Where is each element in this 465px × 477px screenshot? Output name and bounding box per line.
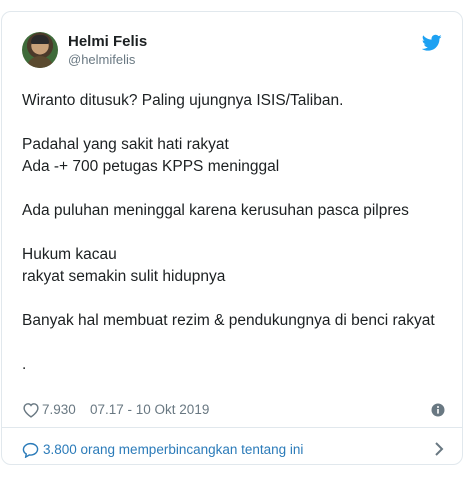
tweet-header: Helmi Felis @helmifelis [22,32,446,72]
tweet-card: Helmi Felis @helmifelis Wiranto ditusuk?… [1,11,463,465]
avatar-hat [31,35,49,44]
tweet-meta: 7.930 07.17 - 10 Okt 2019 [22,400,447,420]
info-icon[interactable] [431,403,445,417]
avatar-shirt [26,56,54,68]
divider [2,427,462,428]
tweet-text: Wiranto ditusuk? Paling ujungnya ISIS/Ta… [22,92,435,373]
like-count[interactable]: 7.930 [42,402,76,417]
twitter-bird-icon[interactable] [422,34,442,52]
avatar[interactable] [22,32,58,68]
conversation-label[interactable]: 3.800 orang memperbincangkan tentang ini [43,442,303,457]
speech-bubble-icon [22,442,39,458]
tweet-timestamp[interactable]: 07.17 - 10 Okt 2019 [90,402,209,417]
conversation-link[interactable]: 3.800 orang memperbincangkan tentang ini [22,439,447,461]
chevron-right-icon[interactable] [433,441,445,457]
author-handle[interactable]: @helmifelis [68,51,147,68]
author-names: Helmi Felis @helmifelis [68,32,147,68]
author-display-name[interactable]: Helmi Felis [68,32,147,51]
heart-icon[interactable] [22,402,40,418]
